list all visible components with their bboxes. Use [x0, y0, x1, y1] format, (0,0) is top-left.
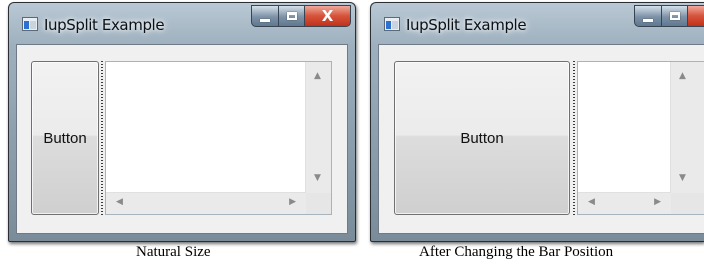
vertical-scrollbar[interactable]: ▲ ▼ — [305, 62, 331, 193]
minimize-button[interactable] — [634, 5, 662, 27]
vertical-scrollbar[interactable]: ▲ ▼ — [670, 62, 704, 193]
caption-after-change: After Changing the Bar Position — [419, 244, 614, 260]
title-bar[interactable]: IupSplit Example X — [371, 3, 704, 43]
multiline-text-area[interactable]: ▲ ▼ ◀ ▶ — [105, 61, 332, 215]
maximize-icon — [669, 12, 680, 20]
app-icon[interactable] — [384, 17, 400, 31]
minimize-button[interactable] — [251, 5, 279, 27]
close-icon: X — [321, 7, 334, 25]
multiline-text-area[interactable]: ▲ ▼ ◀ ▶ — [577, 61, 704, 215]
client-area: Button ▲ ▼ ◀ ▶ — [378, 44, 704, 234]
close-button[interactable]: X — [688, 5, 704, 27]
app-icon[interactable] — [22, 17, 38, 31]
minimize-icon — [260, 18, 270, 22]
window-natural-size: IupSplit Example X Button ▲ ▼ ◀ ▶ — [8, 2, 356, 242]
caption-natural-size: Natural Size — [136, 244, 211, 260]
window-after-bar-change: IupSplit Example X Button ▲ ▼ ◀ ▶ — [370, 2, 704, 242]
scroll-corner — [671, 193, 704, 214]
scroll-corner — [306, 193, 331, 214]
close-button[interactable]: X — [305, 5, 351, 27]
title-bar[interactable]: IupSplit Example X — [9, 3, 355, 43]
maximize-icon — [286, 12, 297, 20]
window-title: IupSplit Example — [406, 16, 527, 34]
horizontal-scrollbar[interactable]: ◀ ▶ — [578, 192, 671, 214]
scroll-down-icon[interactable]: ▼ — [314, 174, 321, 183]
client-area: Button ▲ ▼ ◀ ▶ — [16, 44, 348, 234]
scroll-up-icon[interactable]: ▲ — [314, 72, 321, 81]
window-controls: X — [251, 5, 351, 27]
window-title: IupSplit Example — [44, 16, 165, 34]
scroll-right-icon[interactable]: ▶ — [654, 198, 661, 207]
minimize-icon — [643, 18, 653, 22]
scroll-down-icon[interactable]: ▼ — [679, 174, 686, 183]
scroll-left-icon[interactable]: ◀ — [588, 198, 595, 207]
split-bar[interactable] — [101, 61, 103, 215]
split-left-button[interactable]: Button — [31, 61, 99, 215]
window-controls: X — [634, 5, 704, 27]
horizontal-scrollbar[interactable]: ◀ ▶ — [106, 192, 306, 214]
split-left-button[interactable]: Button — [394, 61, 570, 215]
split-bar[interactable] — [573, 61, 575, 215]
scroll-right-icon[interactable]: ▶ — [289, 198, 296, 207]
scroll-left-icon[interactable]: ◀ — [116, 198, 123, 207]
maximize-button[interactable] — [279, 5, 305, 27]
maximize-button[interactable] — [662, 5, 688, 27]
scroll-up-icon[interactable]: ▲ — [679, 72, 686, 81]
